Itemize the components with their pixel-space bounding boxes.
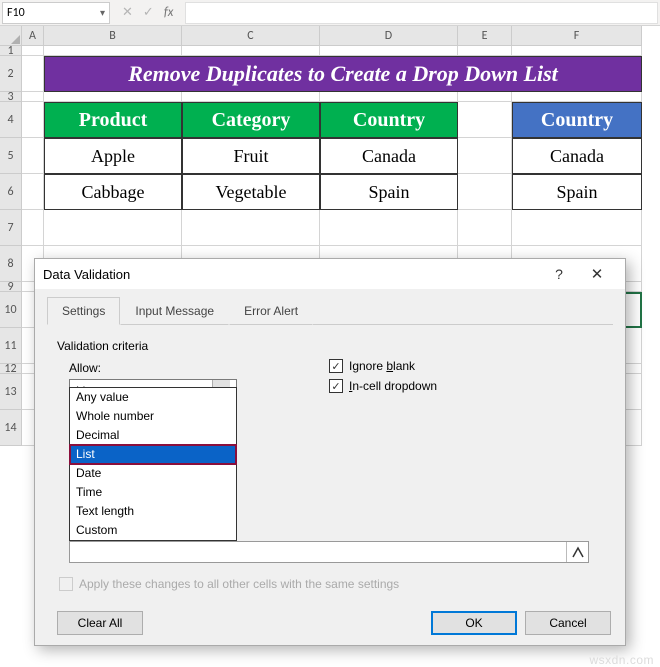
row-header[interactable]: 8: [0, 246, 22, 282]
ok-button[interactable]: OK: [431, 611, 517, 635]
clear-all-button[interactable]: Clear All: [57, 611, 143, 635]
table-cell[interactable]: Canada: [512, 138, 642, 174]
checkbox-icon: ✓: [329, 379, 343, 393]
row-header[interactable]: 13: [0, 374, 22, 410]
col-header-c[interactable]: C: [182, 26, 320, 46]
allow-option[interactable]: Date: [70, 464, 236, 483]
col-header-b[interactable]: B: [44, 26, 182, 46]
validation-criteria-label: Validation criteria: [57, 339, 603, 353]
col-header-e[interactable]: E: [458, 26, 512, 46]
incell-dropdown-label: In-cell dropdown: [349, 379, 437, 393]
checkbox-icon: [59, 577, 73, 591]
table-cell[interactable]: Vegetable: [182, 174, 320, 210]
select-all-corner[interactable]: [0, 26, 22, 46]
close-button[interactable]: ✕: [577, 265, 617, 283]
page-title: Remove Duplicates to Create a Drop Down …: [44, 56, 642, 92]
row-header[interactable]: 3: [0, 92, 22, 102]
tab-settings[interactable]: Settings: [47, 297, 120, 325]
row-header[interactable]: 2: [0, 56, 22, 92]
row-header[interactable]: 12: [0, 364, 22, 374]
name-box-dropdown-icon[interactable]: ▾: [100, 6, 105, 19]
formula-input[interactable]: [185, 2, 658, 24]
allow-option[interactable]: Custom: [70, 521, 236, 540]
table1-header: Product: [44, 102, 182, 138]
table1-header: Category: [182, 102, 320, 138]
row-header-column: 1 2 3 4 5 6 7 8 9 10 11 12 13 14: [0, 46, 22, 446]
col-header-a[interactable]: A: [22, 26, 44, 46]
row-header[interactable]: 14: [0, 410, 22, 446]
formula-bar-icons: ✕ ✓ fx: [110, 5, 185, 20]
checkbox-icon: ✓: [329, 359, 343, 373]
allow-option[interactable]: Whole number: [70, 407, 236, 426]
source-input[interactable]: [69, 541, 589, 563]
column-header-row: A B C D E F: [0, 26, 660, 46]
ignore-blank-checkbox[interactable]: ✓ Ignore blank: [329, 359, 437, 373]
cancel-icon: ✕: [122, 5, 133, 20]
allow-option[interactable]: Decimal: [70, 426, 236, 445]
row-header[interactable]: 6: [0, 174, 22, 210]
apply-to-others-label: Apply these changes to all other cells w…: [79, 577, 399, 591]
row-header[interactable]: 10: [0, 292, 22, 328]
table2-header: Country: [512, 102, 642, 138]
data-validation-dialog: Data Validation ? ✕ Settings Input Messa…: [34, 258, 626, 646]
tab-error-alert[interactable]: Error Alert: [229, 297, 313, 325]
allow-option[interactable]: Text length: [70, 502, 236, 521]
name-box-value: F10: [7, 6, 25, 20]
table-cell[interactable]: Spain: [512, 174, 642, 210]
allow-option[interactable]: Time: [70, 483, 236, 502]
allow-dropdown-list[interactable]: Any value Whole number Decimal List Date…: [69, 387, 237, 541]
table-cell[interactable]: Apple: [44, 138, 182, 174]
apply-to-others-checkbox: Apply these changes to all other cells w…: [59, 577, 399, 591]
col-header-f[interactable]: F: [512, 26, 642, 46]
row-header[interactable]: 11: [0, 328, 22, 364]
range-picker-icon[interactable]: [566, 542, 588, 562]
table-cell[interactable]: Cabbage: [44, 174, 182, 210]
options-checkboxes: ✓ Ignore blank ✓ In-cell dropdown: [329, 359, 437, 399]
table-cell[interactable]: Fruit: [182, 138, 320, 174]
allow-option[interactable]: Any value: [70, 388, 236, 407]
watermark: wsxdn.com: [589, 653, 654, 667]
row-header[interactable]: 9: [0, 282, 22, 292]
help-button[interactable]: ?: [541, 266, 577, 282]
row-header[interactable]: 1: [0, 46, 22, 56]
table-cell[interactable]: Canada: [320, 138, 458, 174]
enter-icon: ✓: [143, 5, 154, 20]
ignore-blank-label: Ignore blank: [349, 359, 415, 373]
tab-input-message[interactable]: Input Message: [120, 297, 229, 325]
dialog-titlebar[interactable]: Data Validation ? ✕: [35, 259, 625, 289]
row-header[interactable]: 4: [0, 102, 22, 138]
col-header-d[interactable]: D: [320, 26, 458, 46]
cancel-button[interactable]: Cancel: [525, 611, 611, 635]
row-header[interactable]: 5: [0, 138, 22, 174]
dialog-footer: Clear All OK Cancel: [35, 601, 625, 645]
fx-icon[interactable]: fx: [164, 5, 174, 20]
dialog-tabs: Settings Input Message Error Alert: [35, 289, 625, 325]
table-cell[interactable]: Spain: [320, 174, 458, 210]
row-header[interactable]: 7: [0, 210, 22, 246]
table1-header: Country: [320, 102, 458, 138]
allow-option-selected[interactable]: List: [70, 445, 236, 464]
dialog-title: Data Validation: [43, 267, 130, 282]
formula-bar: F10 ▾ ✕ ✓ fx: [0, 0, 660, 26]
name-box[interactable]: F10 ▾: [2, 2, 110, 24]
incell-dropdown-checkbox[interactable]: ✓ In-cell dropdown: [329, 379, 437, 393]
